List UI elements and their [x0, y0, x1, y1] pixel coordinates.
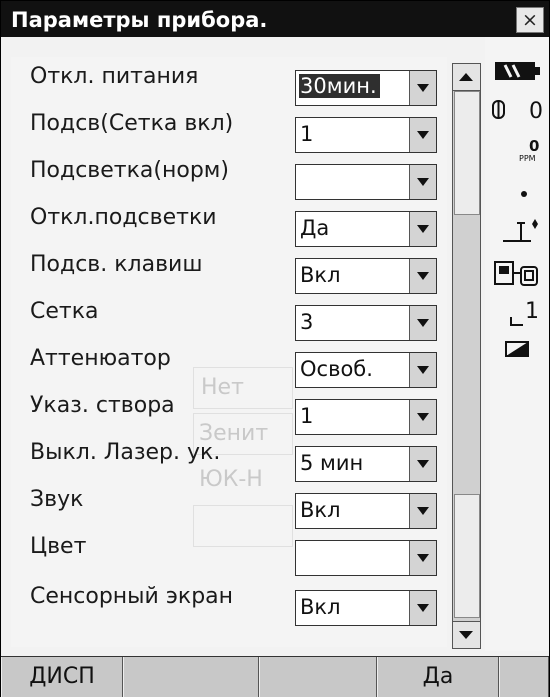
dropdown-value: 1 — [300, 404, 314, 428]
setting-row-backlight-normal: Подсветка(норм) — [11, 151, 447, 200]
dropdown-value: 1 — [300, 122, 314, 146]
touch-screen-dropdown[interactable]: Вкл — [295, 590, 437, 626]
level-value: 1 — [525, 299, 539, 324]
setting-row-sound: Звук Вкл — [11, 480, 447, 529]
sound-dropdown[interactable]: Вкл — [295, 493, 437, 529]
laser-off-dropdown[interactable]: 5 мин — [295, 446, 437, 482]
setting-label: Подсветка(норм) — [30, 158, 229, 183]
prism-constant-value: 0 — [529, 99, 543, 124]
chevron-down-icon[interactable] — [409, 541, 436, 575]
setting-row-color: Цвет — [11, 527, 447, 576]
ppm-label[interactable]: PPM — [519, 154, 536, 163]
softkey-5[interactable] — [499, 657, 549, 697]
color-dropdown[interactable] — [295, 540, 437, 576]
setting-label: Указ. створа — [30, 393, 175, 418]
setting-row-reticle: Сетка 3 — [11, 292, 447, 341]
softkey-disp[interactable]: ДИСП — [1, 657, 123, 697]
dropdown-value: 5 мин — [300, 451, 364, 475]
dropdown-value: 3 — [300, 310, 314, 334]
scroll-up-button[interactable] — [453, 64, 480, 91]
setting-label: Откл. питания — [30, 64, 199, 89]
setting-row-backlight-off: Откл.подсветки Да — [11, 198, 447, 247]
setting-label: Аттенюатор — [30, 346, 171, 371]
backlight-normal-dropdown[interactable] — [295, 164, 437, 200]
level-icon[interactable] — [509, 313, 525, 327]
reticle-backlight-dropdown[interactable]: 1 — [295, 117, 437, 153]
vertical-scrollbar[interactable] — [452, 63, 481, 649]
reticle-dropdown[interactable]: 3 — [295, 305, 437, 341]
dropdown-value: Да — [300, 216, 330, 240]
chevron-down-icon[interactable] — [409, 591, 436, 625]
scroll-down-button[interactable] — [453, 621, 480, 648]
dropdown-value: Вкл — [300, 263, 341, 287]
softkey-3[interactable] — [259, 657, 377, 697]
setting-label: Откл.подсветки — [30, 205, 217, 230]
softkey-yes[interactable]: Да — [377, 657, 499, 697]
chevron-down-icon[interactable] — [409, 494, 436, 528]
setting-label: Звук — [30, 487, 84, 512]
pen-icon[interactable] — [503, 337, 533, 361]
setting-label: Выкл. Лазер. ук. — [30, 440, 221, 465]
chevron-down-icon[interactable] — [409, 306, 436, 340]
dropdown-value: Освоб. — [300, 357, 373, 381]
instrument-settings-window: Параметры прибора. × Нет Зенит ЮК-Н Откл… — [0, 0, 550, 697]
chevron-down-icon[interactable] — [409, 259, 436, 293]
chevron-down-icon[interactable] — [409, 165, 436, 199]
setting-label: Сенсорный экран — [30, 584, 234, 609]
setting-label: Подсв. клавиш — [30, 252, 203, 277]
chevron-down-icon[interactable] — [409, 353, 436, 387]
dropdown-value: 30мин. — [299, 74, 380, 98]
setting-label: Подсв(Сетка вкл) — [30, 111, 234, 136]
dot-icon — [521, 191, 527, 197]
dropdown-value: Вкл — [300, 595, 341, 619]
setting-label: Сетка — [30, 299, 99, 324]
chevron-down-icon[interactable] — [409, 71, 436, 105]
power-off-dropdown[interactable]: 30мин. — [295, 70, 437, 106]
scrollbar-thumb-lower[interactable] — [454, 494, 480, 618]
setting-row-key-backlight: Подсв. клавиш Вкл — [11, 245, 447, 294]
close-icon: × — [522, 9, 538, 31]
backlight-off-dropdown[interactable]: Да — [295, 211, 437, 247]
setting-row-attenuator: Аттенюатор Освоб. — [11, 339, 447, 388]
setting-row-touch-screen: Сенсорный экран Вкл — [11, 577, 447, 626]
chevron-down-icon[interactable] — [409, 447, 436, 481]
softkey-bar: ДИСП Да — [1, 656, 549, 697]
setting-row-guide-light: Указ. створа 1 — [11, 386, 447, 435]
chevron-down-icon[interactable] — [409, 400, 436, 434]
close-button[interactable]: × — [516, 7, 544, 33]
setting-row-laser-off: Выкл. Лазер. ук. 5 мин — [11, 433, 447, 482]
chevron-down-icon[interactable] — [409, 212, 436, 246]
battery-icon[interactable] — [493, 59, 545, 83]
tilt-icon[interactable] — [501, 215, 543, 247]
dropdown-value: Вкл — [300, 498, 341, 522]
setting-row-reticle-backlight: Подсв(Сетка вкл) 1 — [11, 104, 447, 153]
settings-list: Нет Зенит ЮК-Н Откл. питания 30мин. Подс… — [11, 57, 447, 647]
prism-icon[interactable] — [491, 99, 507, 121]
title-bar: Параметры прибора. × — [1, 1, 549, 37]
chevron-down-icon[interactable] — [409, 118, 436, 152]
instrument-icon[interactable] — [493, 259, 543, 289]
setting-label: Цвет — [30, 534, 87, 559]
ppm-value: 0 — [529, 137, 540, 155]
softkey-2[interactable] — [123, 657, 259, 697]
guide-light-dropdown[interactable]: 1 — [295, 399, 437, 435]
status-panel: 0 0 PPM 1 — [485, 37, 549, 651]
window-title: Параметры прибора. — [11, 8, 268, 32]
scrollbar-thumb[interactable] — [454, 91, 480, 215]
attenuator-dropdown[interactable]: Освоб. — [295, 352, 437, 388]
setting-row-power-off: Откл. питания 30мин. — [11, 57, 447, 106]
key-backlight-dropdown[interactable]: Вкл — [295, 258, 437, 294]
